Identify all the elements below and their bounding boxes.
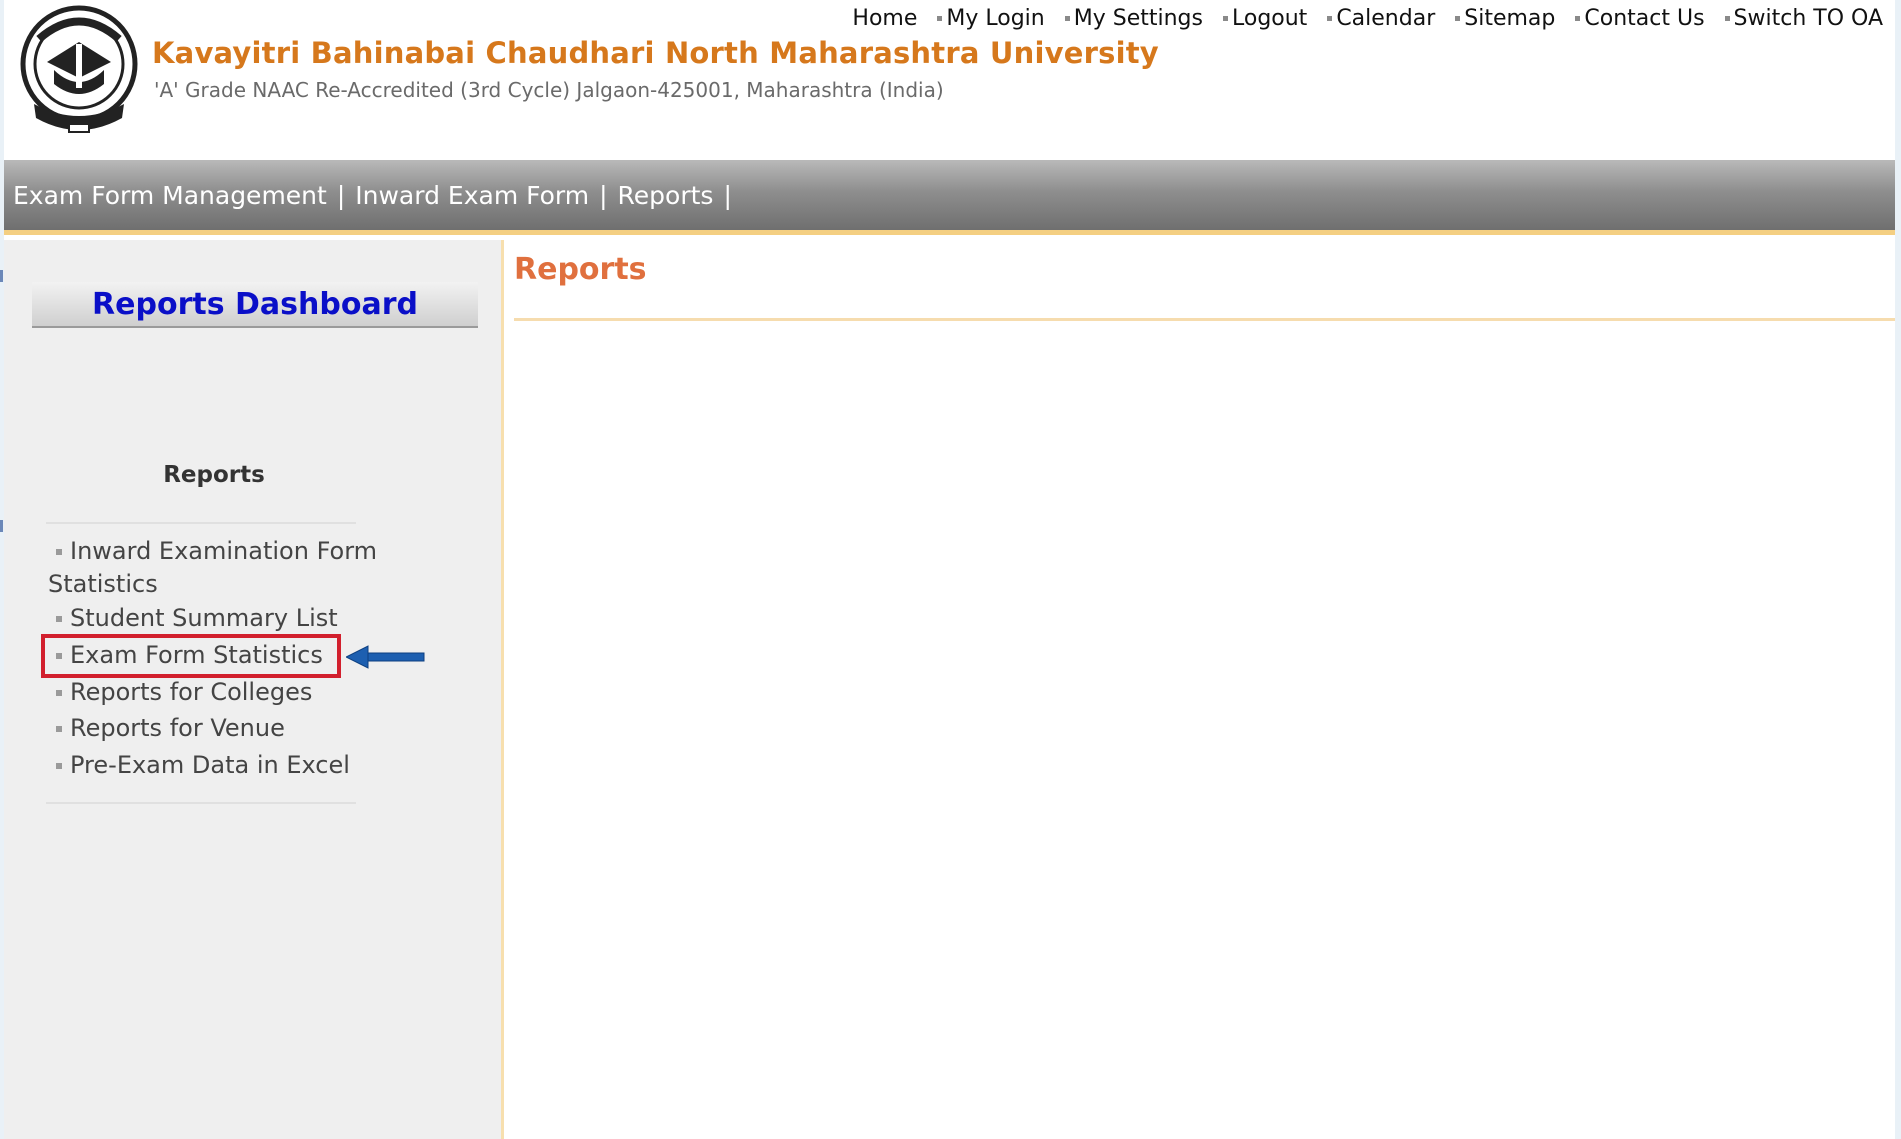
page-title: Reports xyxy=(514,252,647,287)
top-link-my-settings[interactable]: My Settings xyxy=(1045,6,1203,31)
page-frame: Kavayitri Bahinabai Chaudhari North Maha… xyxy=(4,0,1895,1139)
bullet-icon xyxy=(56,690,62,696)
top-link-sitemap[interactable]: Sitemap xyxy=(1435,6,1555,31)
sidebar-item-label[interactable]: Student Summary List xyxy=(70,604,338,632)
sidebar-item-reports-for-colleges[interactable]: Reports for Colleges xyxy=(48,676,428,709)
top-link-calendar[interactable]: Calendar xyxy=(1307,6,1435,31)
sidebar-heading: Reports xyxy=(163,462,265,488)
top-link-contact-us-label[interactable]: Contact Us xyxy=(1584,6,1704,31)
top-link-my-login-label[interactable]: My Login xyxy=(946,6,1044,31)
sidebar-item-label[interactable]: Inward Examination Form Statistics xyxy=(48,537,377,598)
nav-reports[interactable]: Reports xyxy=(618,181,714,210)
sidebar-item-student-summary-list[interactable]: Student Summary List xyxy=(48,602,428,635)
bullet-icon xyxy=(937,16,943,21)
top-link-home[interactable]: Home xyxy=(852,6,917,31)
top-links-bar: Home My Login My Settings Logout Calenda… xyxy=(852,6,1883,31)
top-link-my-settings-label[interactable]: My Settings xyxy=(1074,6,1203,31)
nav-separator: | xyxy=(599,180,608,210)
top-link-logout-label[interactable]: Logout xyxy=(1232,6,1307,31)
bullet-icon xyxy=(56,726,62,732)
title-divider xyxy=(514,318,1895,321)
nav-separator: | xyxy=(723,180,732,210)
sidebar-item-label[interactable]: Exam Form Statistics xyxy=(70,641,323,669)
bullet-icon xyxy=(1327,16,1333,21)
dashboard-title: Reports Dashboard xyxy=(92,286,418,322)
bullet-icon xyxy=(56,616,62,622)
bullet-icon xyxy=(1724,16,1730,21)
top-link-home-label[interactable]: Home xyxy=(852,6,917,31)
top-link-logout[interactable]: Logout xyxy=(1203,6,1307,31)
top-link-contact-us[interactable]: Contact Us xyxy=(1555,6,1705,31)
top-link-sitemap-label[interactable]: Sitemap xyxy=(1464,6,1555,31)
bullet-icon xyxy=(1575,16,1581,21)
sidebar: Reports Dashboard Reports Inward Examina… xyxy=(4,240,504,1139)
top-link-my-login[interactable]: My Login xyxy=(917,6,1045,31)
sidebar-item-label[interactable]: Reports for Colleges xyxy=(70,678,312,706)
bullet-icon xyxy=(1064,16,1070,21)
top-link-switch-to-oa-label[interactable]: Switch TO OA xyxy=(1734,6,1883,31)
university-seal-icon xyxy=(20,5,138,133)
sidebar-item-inward-examination-form-statistics[interactable]: Inward Examination Form Statistics xyxy=(48,535,378,601)
sidebar-divider-top xyxy=(46,522,356,524)
bullet-icon xyxy=(56,653,62,659)
pointer-arrow-icon xyxy=(346,645,425,669)
sidebar-item-reports-for-venue[interactable]: Reports for Venue xyxy=(48,712,428,745)
bullet-icon xyxy=(56,549,62,555)
bullet-icon xyxy=(56,763,62,769)
edge-decoration xyxy=(0,270,3,282)
main-nav-bar: Exam Form Management | Inward Exam Form … xyxy=(4,160,1895,235)
sidebar-item-label[interactable]: Reports for Venue xyxy=(70,714,285,742)
top-link-calendar-label[interactable]: Calendar xyxy=(1336,6,1435,31)
dashboard-header: Reports Dashboard xyxy=(32,282,478,328)
sidebar-divider-bottom xyxy=(46,802,356,804)
edge-decoration xyxy=(0,520,3,532)
university-name: Kavayitri Bahinabai Chaudhari North Maha… xyxy=(152,36,1159,70)
nav-exam-form-management[interactable]: Exam Form Management xyxy=(13,181,327,210)
sidebar-item-label[interactable]: Pre-Exam Data in Excel xyxy=(70,751,350,779)
nav-inward-exam-form[interactable]: Inward Exam Form xyxy=(355,181,589,210)
sidebar-item-pre-exam-data-in-excel[interactable]: Pre-Exam Data in Excel xyxy=(48,749,428,782)
university-subtitle: 'A' Grade NAAC Re-Accredited (3rd Cycle)… xyxy=(154,78,944,102)
site-header: Kavayitri Bahinabai Chaudhari North Maha… xyxy=(4,0,1895,160)
bullet-icon xyxy=(1455,16,1461,21)
top-link-switch-to-oa[interactable]: Switch TO OA xyxy=(1705,6,1883,31)
bullet-icon xyxy=(1222,16,1228,21)
nav-separator: | xyxy=(336,180,346,210)
